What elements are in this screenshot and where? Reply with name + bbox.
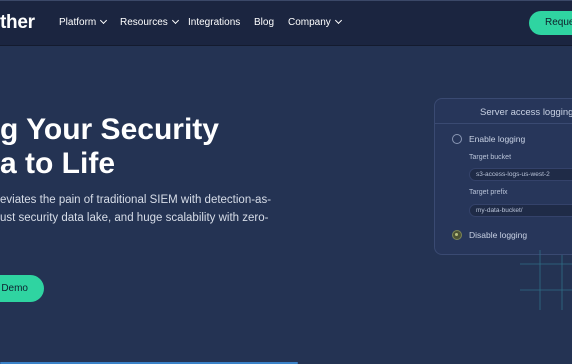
hero-description-line-2: ust security data lake, and huge scalabi… bbox=[0, 212, 269, 224]
header-divider bbox=[0, 45, 572, 46]
brand-logo[interactable]: ther bbox=[0, 12, 35, 34]
nav-item-platform[interactable]: Platform bbox=[59, 16, 108, 28]
enable-logging-radio[interactable] bbox=[452, 134, 462, 144]
demo-button[interactable]: Demo bbox=[0, 275, 44, 302]
enable-logging-label: Enable logging bbox=[469, 134, 526, 144]
nav-item-label: Resources bbox=[120, 17, 168, 28]
chevron-down-icon bbox=[171, 16, 179, 25]
server-access-logging-card: Server access logging Enable logging Tar… bbox=[434, 98, 572, 255]
decorative-grid-lines bbox=[520, 250, 572, 310]
chevron-down-icon bbox=[100, 16, 108, 25]
target-prefix-field[interactable]: my-data-bucket/ bbox=[469, 204, 572, 217]
chevron-down-icon bbox=[334, 16, 342, 25]
request-demo-button[interactable]: Reque bbox=[529, 11, 572, 35]
nav-item-resources[interactable]: Resources bbox=[120, 16, 179, 28]
disable-logging-radio[interactable] bbox=[452, 230, 462, 240]
nav-item-label: Company bbox=[288, 17, 331, 28]
top-border bbox=[0, 0, 572, 1]
target-bucket-label: Target bucket bbox=[469, 154, 512, 161]
top-navigation-bar: ther Platform Resources Integrations Blo… bbox=[0, 0, 572, 46]
nav-item-label: Integrations bbox=[188, 17, 241, 28]
nav-item-company[interactable]: Company bbox=[288, 16, 342, 28]
card-divider bbox=[435, 123, 572, 124]
disable-logging-label: Disable logging bbox=[469, 230, 528, 240]
target-bucket-field[interactable]: s3-access-logs-us-west-2 bbox=[469, 168, 572, 181]
card-title: Server access logging bbox=[480, 107, 572, 118]
nav-item-integrations[interactable]: Integrations bbox=[188, 17, 240, 28]
target-prefix-label: Target prefix bbox=[469, 189, 508, 196]
nav-item-blog[interactable]: Blog bbox=[254, 17, 274, 28]
hero-headline-line-2: a to Life bbox=[0, 147, 116, 180]
hero-headline-line-1: g Your Security bbox=[0, 113, 219, 146]
nav-item-label: Blog bbox=[254, 17, 275, 28]
nav-item-label: Platform bbox=[59, 17, 97, 28]
hero-description-line-1: eviates the pain of traditional SIEM wit… bbox=[0, 194, 272, 206]
